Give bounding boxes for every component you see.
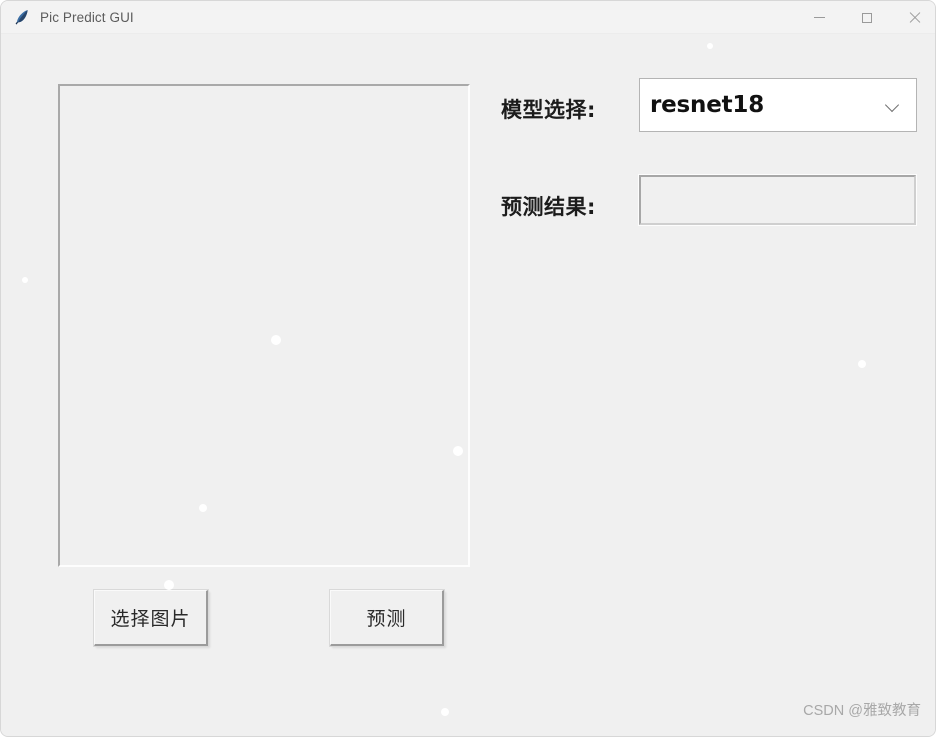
- select-image-button-label: 选择图片: [110, 608, 191, 630]
- maximize-icon: [861, 12, 872, 23]
- python-feather-icon: [13, 8, 31, 26]
- app-window: Pic Predict GUI 模型选择: resnet18 预测结果: 选择图…: [0, 0, 936, 737]
- client-area: 模型选择: resnet18 预测结果: 选择图片 预测 CSDN @雅致教育: [1, 34, 935, 736]
- predict-button-label: 预测: [366, 608, 407, 630]
- model-select-value: resnet18: [650, 92, 765, 118]
- speck-artifact: [858, 360, 866, 368]
- predict-result-label: 预测结果:: [501, 195, 596, 219]
- close-button[interactable]: [890, 1, 935, 34]
- image-preview-panel[interactable]: [58, 84, 470, 567]
- model-select-combobox[interactable]: resnet18: [639, 78, 917, 132]
- model-select-label: 模型选择:: [501, 98, 596, 122]
- predict-result-entry[interactable]: [638, 174, 917, 226]
- speck-artifact: [22, 277, 28, 283]
- speck-artifact: [441, 708, 449, 716]
- speck-artifact: [707, 43, 713, 49]
- chevron-down-icon[interactable]: [886, 98, 900, 112]
- select-image-button[interactable]: 选择图片: [93, 589, 209, 647]
- csdn-watermark: CSDN @雅致教育: [803, 703, 921, 719]
- minimize-button[interactable]: [796, 1, 843, 34]
- window-controls: [796, 1, 935, 34]
- minimize-icon: [814, 17, 825, 18]
- maximize-button[interactable]: [843, 1, 890, 34]
- predict-button[interactable]: 预测: [329, 589, 445, 647]
- speck-artifact: [164, 580, 174, 590]
- titlebar[interactable]: Pic Predict GUI: [1, 1, 935, 34]
- close-icon: [908, 12, 920, 24]
- window-title: Pic Predict GUI: [40, 9, 134, 25]
